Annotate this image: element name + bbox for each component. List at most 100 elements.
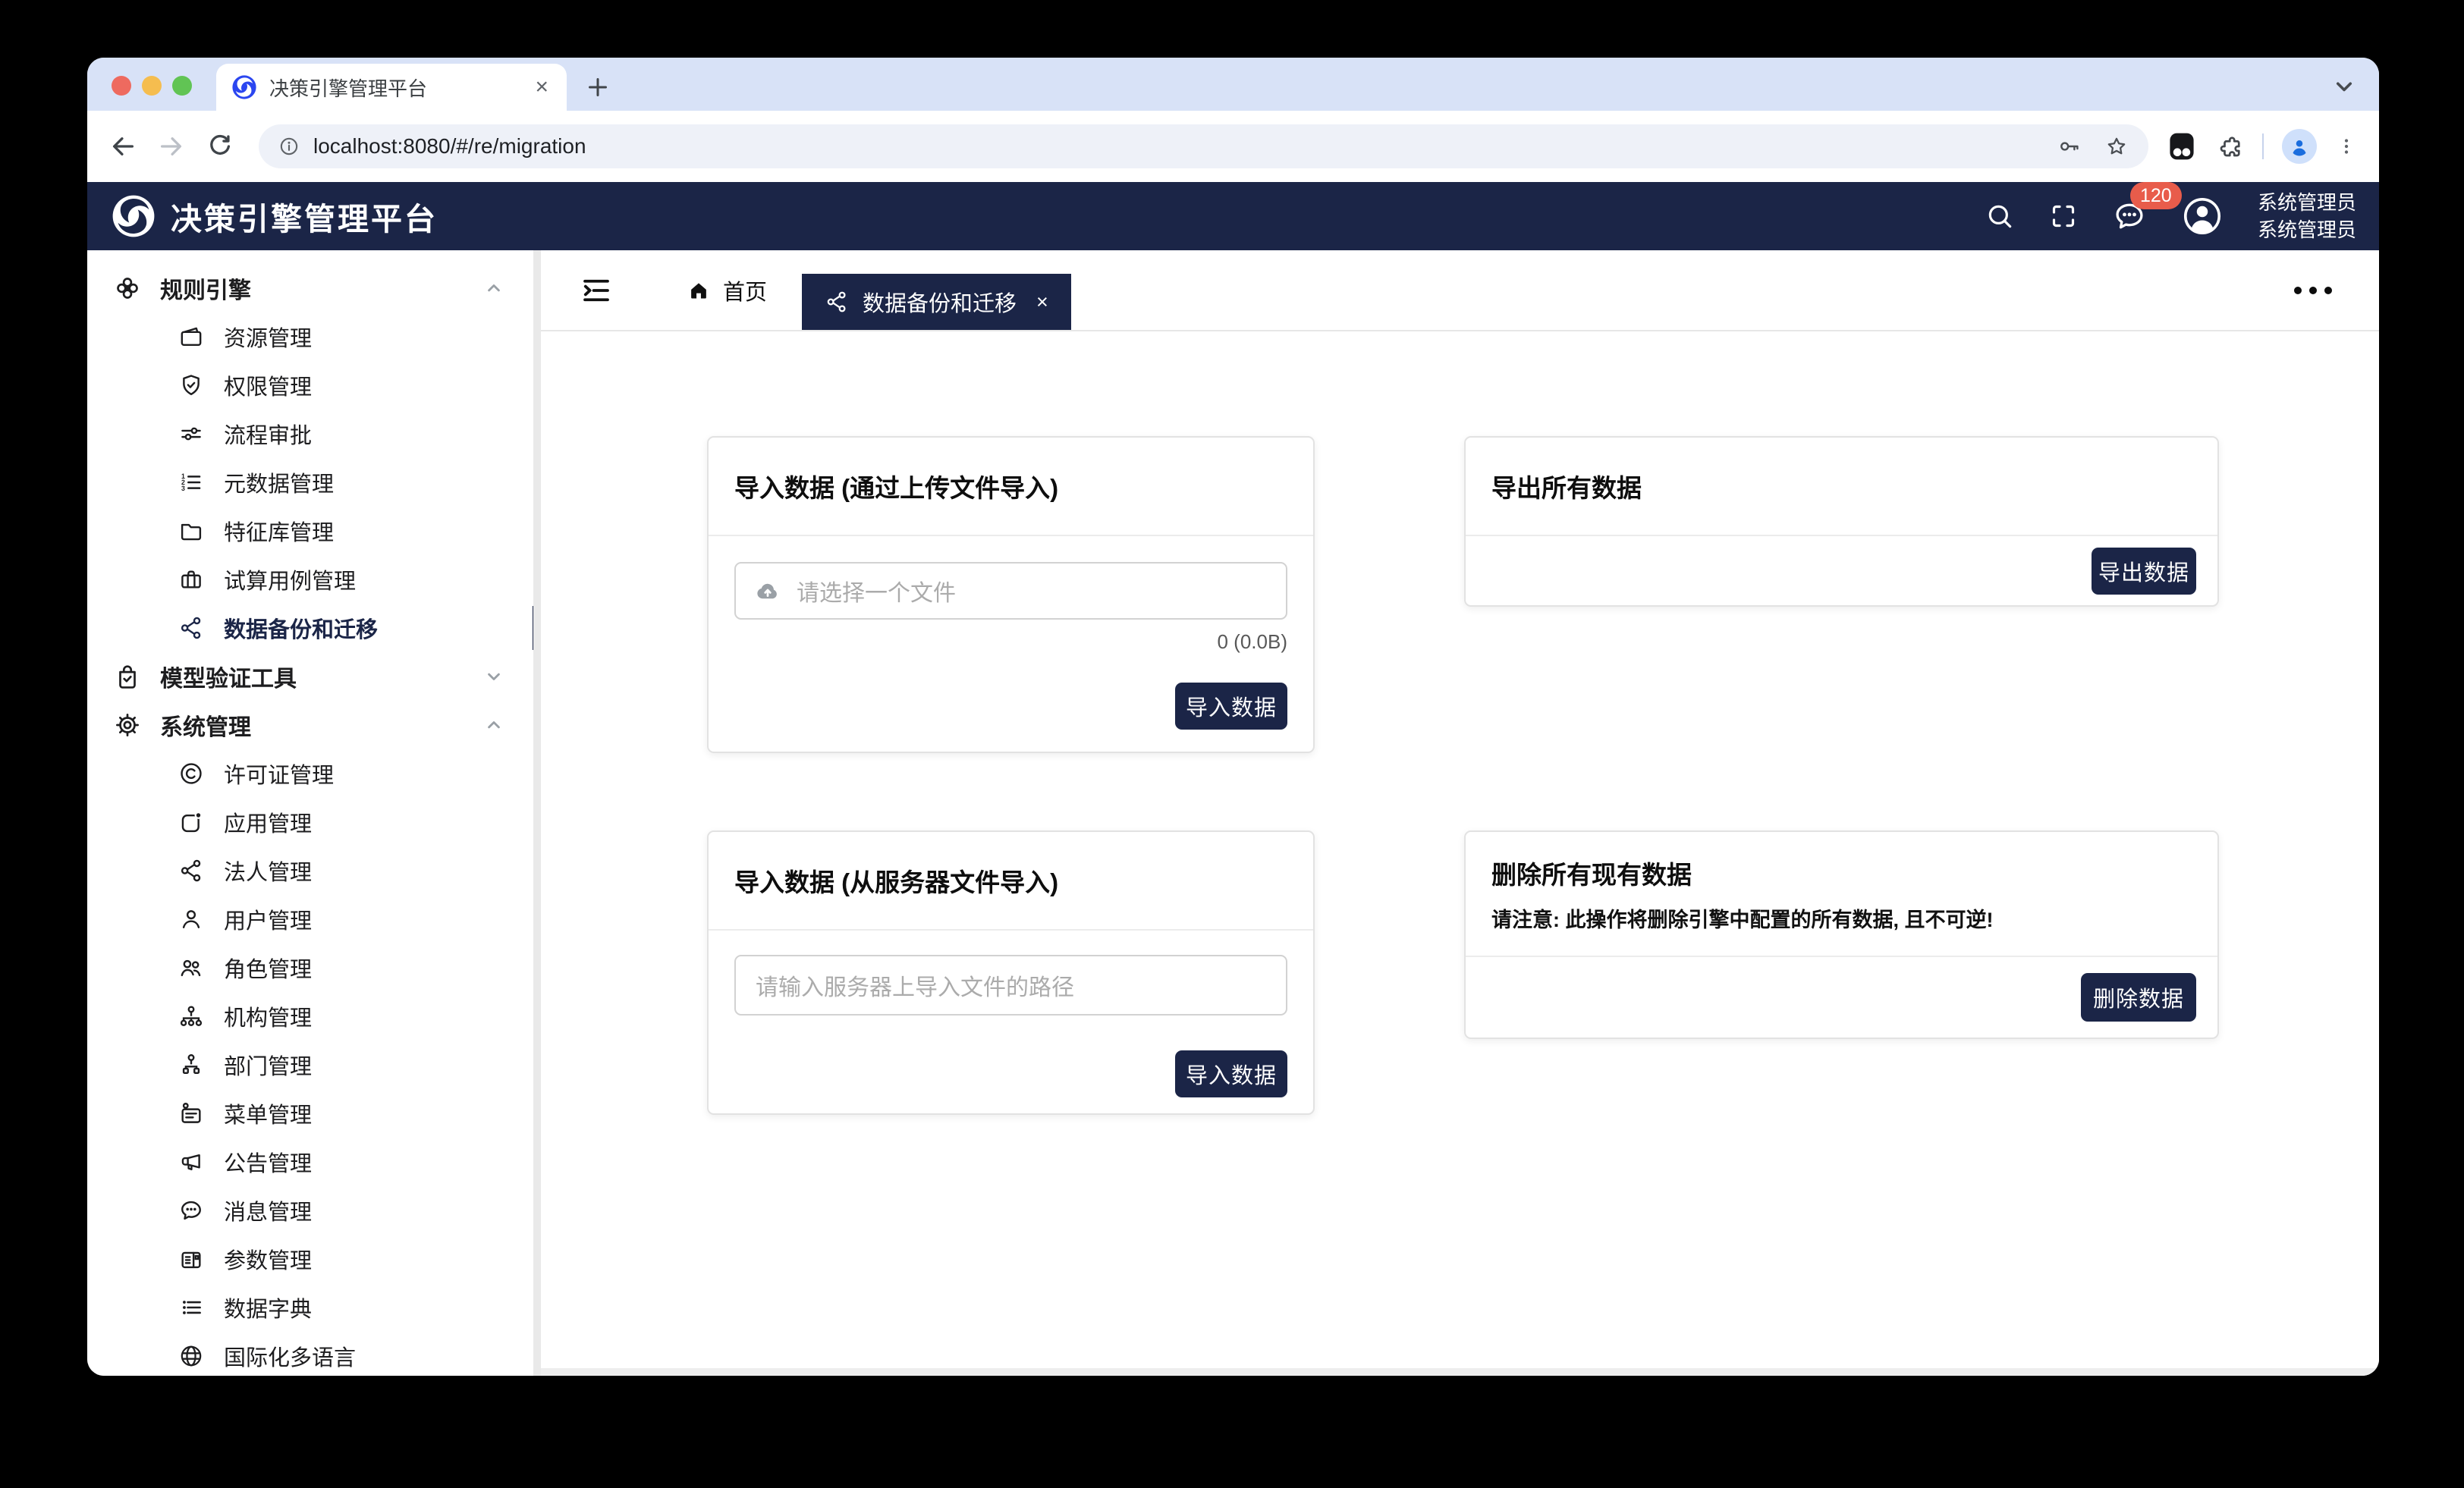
sidebar-label: 部门管理 xyxy=(224,1049,312,1081)
card-title: 导入数据 (通过上传文件导入) xyxy=(734,468,1287,504)
card-title: 导入数据 (从服务器文件导入) xyxy=(734,862,1287,899)
browser-window: 决策引擎管理平台 × localhost:8080/#/re/migration xyxy=(87,58,2379,1376)
fullscreen-icon[interactable] xyxy=(2048,201,2079,231)
delete-warning-text: 请注意: 此操作将删除引擎中配置的所有数据, 且不可逆! xyxy=(1491,903,2192,933)
sidebar-item-feature-library[interactable]: 特征库管理 xyxy=(87,507,541,555)
cloud-upload-icon xyxy=(754,577,781,604)
tab-home[interactable]: 首页 xyxy=(687,275,767,306)
sidebar-item-message-management[interactable]: 消息管理 xyxy=(87,1186,541,1235)
sidebar-item-metadata-management[interactable]: 元数据管理 xyxy=(87,458,541,507)
back-button[interactable] xyxy=(108,132,137,161)
sidebar-item-permission-management[interactable]: 权限管理 xyxy=(87,361,541,410)
browser-profile-avatar[interactable] xyxy=(2282,129,2317,164)
browser-tab-strip: 决策引擎管理平台 × xyxy=(87,58,2379,111)
tab-options-more-icon[interactable] xyxy=(2294,287,2332,294)
sidebar-item-department-management[interactable]: 部门管理 xyxy=(87,1041,541,1089)
sidebar-item-app-management[interactable]: 应用管理 xyxy=(87,798,541,846)
delete-data-button[interactable]: 删除数据 xyxy=(2081,973,2196,1022)
sidebar-item-data-dictionary[interactable]: 数据字典 xyxy=(87,1283,541,1332)
main-area: 首页 数据备份和迁移 × 导入数据 (通过上传文件导入) xyxy=(541,250,2379,1376)
sidebar-menu: 规则引擎资源管理权限管理流程审批元数据管理特征库管理试算用例管理数据备份和迁移模… xyxy=(87,264,541,1376)
sidebar-label: 资源管理 xyxy=(224,321,312,353)
site-info-icon[interactable] xyxy=(278,136,300,157)
close-window-button[interactable] xyxy=(112,76,131,96)
import-server-data-button[interactable]: 导入数据 xyxy=(1175,1050,1287,1097)
file-count-label: 0 (0.0B) xyxy=(1218,630,1288,654)
sidebar-item-license-management[interactable]: 许可证管理 xyxy=(87,749,541,798)
horizontal-scrollbar-track[interactable] xyxy=(541,1368,2379,1376)
sidebar-item-data-backup-migration[interactable]: 数据备份和迁移 xyxy=(87,604,541,652)
import-data-button[interactable]: 导入数据 xyxy=(1175,683,1287,730)
sidebar-label: 流程审批 xyxy=(224,418,312,450)
url-text: localhost:8080/#/re/migration xyxy=(313,134,586,159)
sidebar-label: 法人管理 xyxy=(224,855,312,887)
sidebar-label: 元数据管理 xyxy=(224,466,334,498)
collapse-sidebar-icon[interactable] xyxy=(579,273,614,308)
toolbar-right-icons xyxy=(2159,128,2358,165)
new-tab-button[interactable] xyxy=(584,74,611,101)
home-tab-label: 首页 xyxy=(723,275,767,306)
share-icon xyxy=(825,290,849,314)
sidebar-label: 参数管理 xyxy=(224,1243,312,1275)
browser-tab[interactable]: 决策引擎管理平台 × xyxy=(216,64,567,111)
card-import-server: 导入数据 (从服务器文件导入) 请输入服务器上导入文件的路径 导入数据 xyxy=(707,830,1315,1115)
card-delete-all: 删除所有现有数据 请注意: 此操作将删除引擎中配置的所有数据, 且不可逆! 删除… xyxy=(1464,830,2219,1039)
sidebar-label: 菜单管理 xyxy=(224,1097,312,1129)
bagcheck-icon xyxy=(113,662,142,691)
search-icon[interactable] xyxy=(1985,201,2015,231)
card-import-upload: 导入数据 (通过上传文件导入) 请选择一个文件 0 (0.0B) 导入数据 xyxy=(707,436,1315,753)
extension-box-icon[interactable] xyxy=(2165,128,2198,165)
sidebar-group-model-validation-tools[interactable]: 模型验证工具 xyxy=(87,652,541,701)
orgperson-icon xyxy=(178,1052,204,1078)
sidebar-label: 规则引擎 xyxy=(160,272,251,305)
sidebar-scrollbar-track[interactable] xyxy=(533,250,541,1376)
sidebar-label: 角色管理 xyxy=(224,952,312,984)
sidebar-label: 应用管理 xyxy=(224,806,312,838)
sidebar-item-parameter-management[interactable]: 参数管理 xyxy=(87,1235,541,1283)
shield-icon xyxy=(178,372,204,398)
sidebar-item-announcement-management[interactable]: 公告管理 xyxy=(87,1138,541,1186)
sidebar-item-legal-entity-management[interactable]: 法人管理 xyxy=(87,846,541,895)
extensions-puzzle-icon[interactable] xyxy=(2217,133,2244,160)
user-info[interactable]: 系统管理员 系统管理员 xyxy=(2258,189,2356,243)
forward-button[interactable] xyxy=(157,132,186,161)
sidebar-item-resource-management[interactable]: 资源管理 xyxy=(87,312,541,361)
sidebar-label: 数据字典 xyxy=(224,1292,312,1323)
export-data-button[interactable]: 导出数据 xyxy=(2092,548,2196,595)
sidebar-item-process-approval[interactable]: 流程审批 xyxy=(87,410,541,458)
briefcase-icon xyxy=(178,567,204,592)
user-avatar-icon[interactable] xyxy=(2180,194,2224,238)
sitemap-icon xyxy=(178,1003,204,1029)
tab-search-chevron-icon[interactable] xyxy=(2330,73,2358,100)
close-tab-icon[interactable]: × xyxy=(1036,290,1048,314)
window-controls xyxy=(112,76,192,96)
sidebar-item-role-management[interactable]: 角色管理 xyxy=(87,943,541,992)
user-icon xyxy=(178,906,204,932)
clover-icon xyxy=(113,274,142,303)
sidebar-group-rule-engine[interactable]: 规则引擎 xyxy=(87,264,541,312)
sidebar-item-organization-management[interactable]: 机构管理 xyxy=(87,992,541,1041)
home-icon xyxy=(687,278,711,303)
messages-button[interactable]: 120 xyxy=(2112,199,2147,234)
sidebar-item-trial-case-management[interactable]: 试算用例管理 xyxy=(87,555,541,604)
tab-data-backup-migration[interactable]: 数据备份和迁移 × xyxy=(802,274,1071,330)
password-key-icon[interactable] xyxy=(2057,134,2082,159)
sidebar-item-i18n-languages[interactable]: 国际化多语言 xyxy=(87,1332,541,1376)
sidebar-item-menu-management[interactable]: 菜单管理 xyxy=(87,1089,541,1138)
zoom-window-button[interactable] xyxy=(172,76,192,96)
address-bar[interactable]: localhost:8080/#/re/migration xyxy=(259,124,2148,168)
sidebar-group-system-management[interactable]: 系统管理 xyxy=(87,701,541,749)
card-title: 删除所有现有数据 xyxy=(1491,855,2192,891)
file-picker-input[interactable]: 请选择一个文件 xyxy=(734,562,1287,620)
server-path-input[interactable]: 请输入服务器上导入文件的路径 xyxy=(734,955,1287,1016)
tab-close-icon[interactable]: × xyxy=(532,76,552,99)
reload-button[interactable] xyxy=(206,132,234,161)
browser-menu-kebab-icon[interactable] xyxy=(2335,135,2358,158)
sidebar-item-user-management[interactable]: 用户管理 xyxy=(87,895,541,943)
toolbar-separator xyxy=(2262,133,2264,159)
appdot-icon xyxy=(178,809,204,835)
bookmark-star-icon[interactable] xyxy=(2104,134,2129,159)
user-role: 系统管理员 xyxy=(2258,216,2356,243)
minimize-window-button[interactable] xyxy=(142,76,162,96)
file-picker-placeholder: 请选择一个文件 xyxy=(797,574,956,607)
